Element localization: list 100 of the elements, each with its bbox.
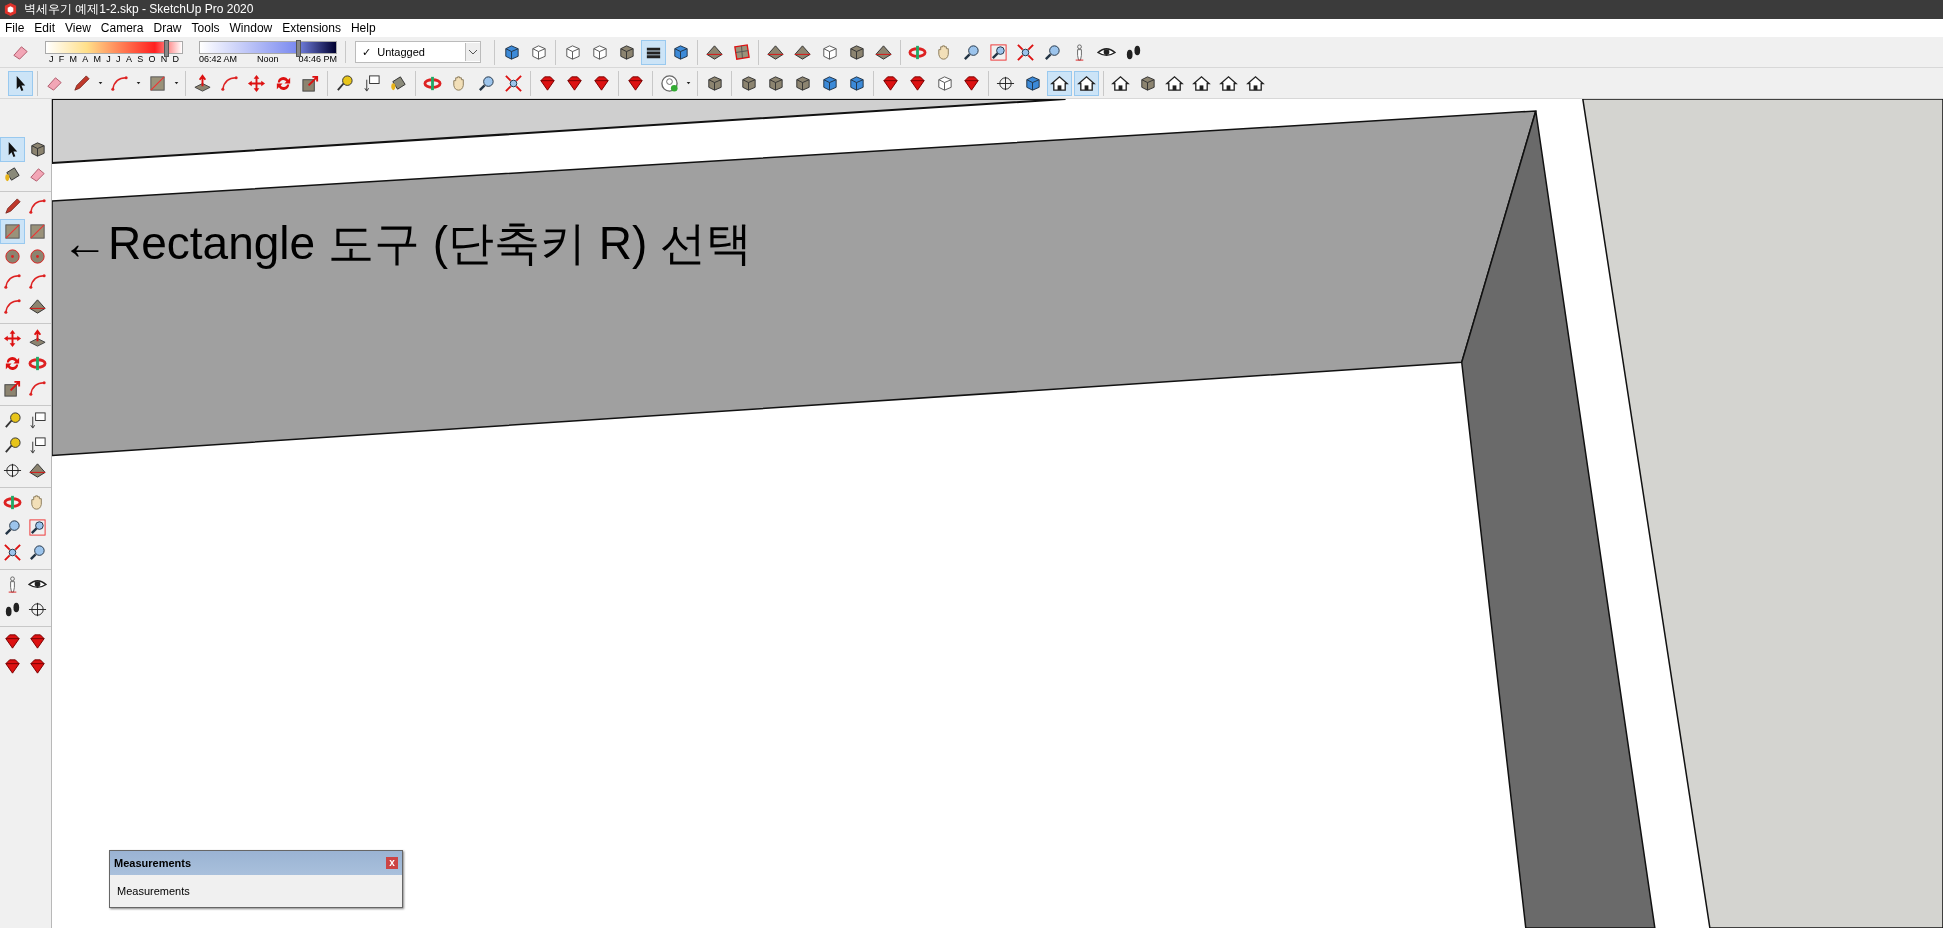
tag-dropdown[interactable]: ✓ Untagged (355, 41, 481, 63)
month-label: A (125, 53, 132, 64)
wire-cube-icon (820, 42, 839, 62)
month-label: S (137, 53, 144, 64)
month-label: D (172, 53, 179, 64)
pyramid-icon (28, 461, 47, 480)
label-box-icon (362, 73, 381, 93)
pyramid-icon (793, 42, 812, 62)
pencil-icon (3, 197, 22, 216)
time-slider[interactable] (199, 40, 337, 54)
gem-icon (908, 73, 927, 93)
grid-icon (732, 42, 751, 62)
menu-item[interactable]: Tools (186, 21, 225, 35)
house-icon (1050, 73, 1069, 93)
orbit-icon (3, 493, 22, 512)
circle-icon (28, 247, 47, 266)
slider-thumb[interactable] (295, 39, 301, 57)
arc-icon (3, 297, 22, 316)
pyramid-icon (766, 42, 785, 62)
wire-cube-icon (935, 73, 954, 93)
house-icon (1246, 73, 1265, 93)
cross-arrows-icon (3, 329, 22, 348)
tool-button[interactable] (0, 137, 25, 162)
square-icon (28, 222, 47, 241)
arc-icon (110, 73, 129, 93)
tool-button[interactable] (1047, 70, 1072, 96)
square-icon (148, 73, 167, 93)
month-label: J (116, 53, 121, 64)
menu-item[interactable]: Help (345, 21, 381, 35)
arc-icon (28, 197, 47, 216)
month-label: M (69, 53, 78, 64)
gem-icon (538, 73, 557, 93)
tape-measure-icon (335, 73, 354, 93)
check-mark: ✓ (361, 45, 373, 59)
menu-item[interactable]: Camera (95, 21, 149, 35)
label-box-icon (28, 436, 47, 455)
cross-arrows-icon (247, 73, 266, 93)
pyramid-icon (28, 297, 47, 316)
wire-cube-icon (529, 42, 548, 62)
house-icon (1192, 73, 1211, 93)
gem-icon (28, 657, 47, 676)
tool-button[interactable] (641, 39, 666, 65)
cube-icon (1138, 73, 1157, 93)
month-label: M (93, 53, 102, 64)
tape-measure-icon (3, 411, 22, 430)
paint-bucket-icon (389, 73, 408, 93)
house-icon (1077, 73, 1096, 93)
eraser-icon (28, 165, 47, 184)
shaded-cube-icon (502, 42, 521, 62)
wire-cube-icon (563, 42, 582, 62)
gem-icon (962, 73, 981, 93)
month-label: O (148, 53, 156, 64)
month-slider[interactable] (45, 40, 183, 54)
magnifier-icon (28, 543, 47, 562)
window-title: 벽세우기 예제1-2.skp - SketchUp Pro 2020 (24, 1, 254, 18)
time-label: 06:42 AM (199, 53, 238, 64)
tool-button[interactable] (1074, 70, 1099, 96)
magnifier-icon (3, 518, 22, 537)
gem-icon (3, 632, 22, 651)
gem-icon (3, 657, 22, 676)
slider-thumb[interactable] (163, 39, 169, 57)
house-icon (1111, 73, 1130, 93)
gem-icon (565, 73, 584, 93)
cube-icon (793, 73, 812, 93)
arc-icon (28, 272, 47, 291)
extents-icon (504, 73, 523, 93)
time-label: Noon (257, 53, 279, 64)
cube-icon (617, 42, 636, 62)
label-box-icon (28, 411, 47, 430)
pyramid-icon (705, 42, 724, 62)
shaded-cube-icon (1023, 73, 1042, 93)
magnifier-icon (962, 42, 981, 62)
menu-item[interactable]: Edit (29, 21, 61, 35)
orbit-icon (28, 354, 47, 373)
menu-item[interactable]: Draw (148, 21, 187, 35)
scale-icon (3, 379, 22, 398)
paint-bucket-icon (3, 165, 22, 184)
gem-icon (28, 632, 47, 651)
magnifier-icon (477, 73, 496, 93)
arc-icon (3, 272, 22, 291)
gem-icon (881, 73, 900, 93)
circle-icon (3, 247, 22, 266)
magnifier-icon (1043, 42, 1062, 62)
menu-item[interactable]: Window (224, 21, 278, 35)
menu-item[interactable]: File (0, 21, 30, 35)
square-icon (3, 222, 22, 241)
cube-icon (766, 73, 785, 93)
box-icon (193, 73, 212, 93)
circular-arrows-icon (3, 354, 22, 373)
cube-icon (847, 42, 866, 62)
tool-button[interactable] (8, 70, 33, 96)
menu-item[interactable]: Extensions (277, 21, 346, 35)
close-button[interactable]: x (386, 857, 398, 869)
extents-icon (3, 543, 22, 562)
scale-icon (301, 73, 320, 93)
gem-icon (592, 73, 611, 93)
month-label: J (106, 53, 111, 64)
menu-item[interactable]: View (60, 21, 96, 35)
house-icon (1165, 73, 1184, 93)
crosshair-icon (28, 600, 47, 619)
